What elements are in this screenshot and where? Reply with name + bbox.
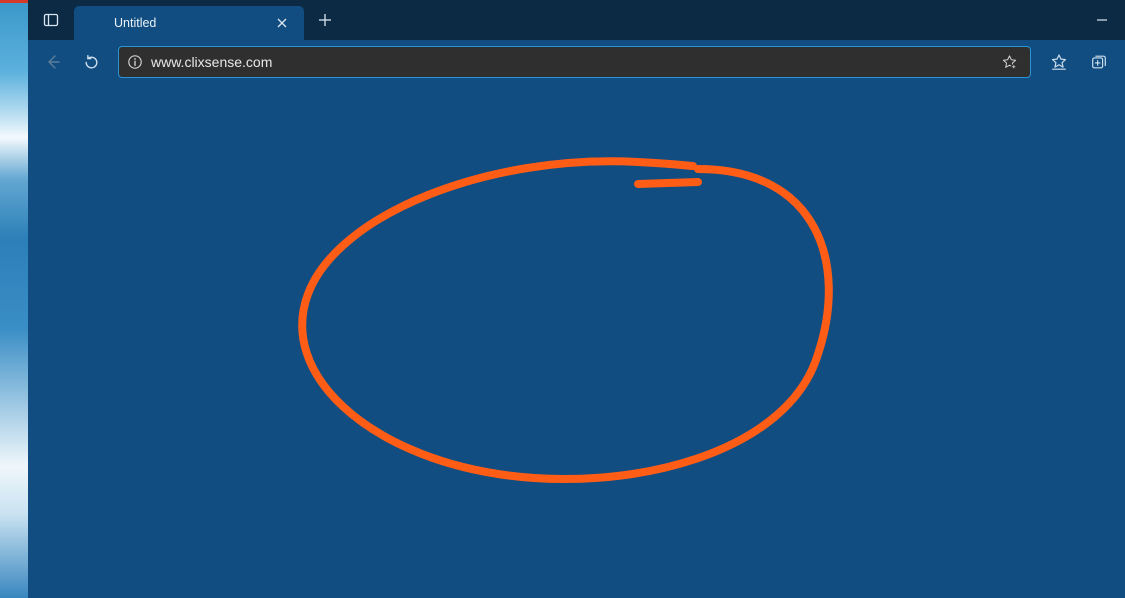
- minimize-icon: [1096, 14, 1108, 26]
- collections-icon: [1090, 53, 1108, 71]
- close-icon: [277, 18, 287, 28]
- tab-strip: Untitled: [28, 0, 1125, 40]
- tab-close-button[interactable]: [270, 11, 294, 35]
- favorites-button[interactable]: [1041, 46, 1077, 78]
- plus-icon: [318, 13, 332, 27]
- new-tab-button[interactable]: [308, 0, 342, 40]
- arrow-left-icon: [44, 53, 62, 71]
- address-bar[interactable]: [118, 46, 1031, 78]
- tab-actions-button[interactable]: [28, 0, 74, 40]
- browser-toolbar: [28, 40, 1125, 84]
- add-favorite-button[interactable]: [996, 49, 1022, 75]
- tab-actions-icon: [43, 12, 59, 28]
- star-line-icon: [1050, 53, 1068, 71]
- refresh-icon: [83, 54, 100, 71]
- refresh-button[interactable]: [74, 46, 108, 78]
- browser-tab-active[interactable]: Untitled: [74, 6, 304, 40]
- back-button[interactable]: [36, 46, 70, 78]
- annotation-circle: [258, 144, 878, 524]
- browser-window: Untitled: [28, 0, 1125, 598]
- desktop-background-sliver: [0, 0, 28, 598]
- info-icon: [127, 54, 143, 70]
- url-input[interactable]: [151, 54, 988, 70]
- window-minimize-button[interactable]: [1079, 0, 1125, 40]
- tab-title: Untitled: [114, 16, 270, 30]
- page-content-area: [28, 84, 1125, 598]
- titlebar-drag-area[interactable]: [342, 0, 1079, 40]
- site-info-button[interactable]: [127, 54, 143, 70]
- collections-button[interactable]: [1081, 46, 1117, 78]
- star-add-icon: [1001, 54, 1018, 71]
